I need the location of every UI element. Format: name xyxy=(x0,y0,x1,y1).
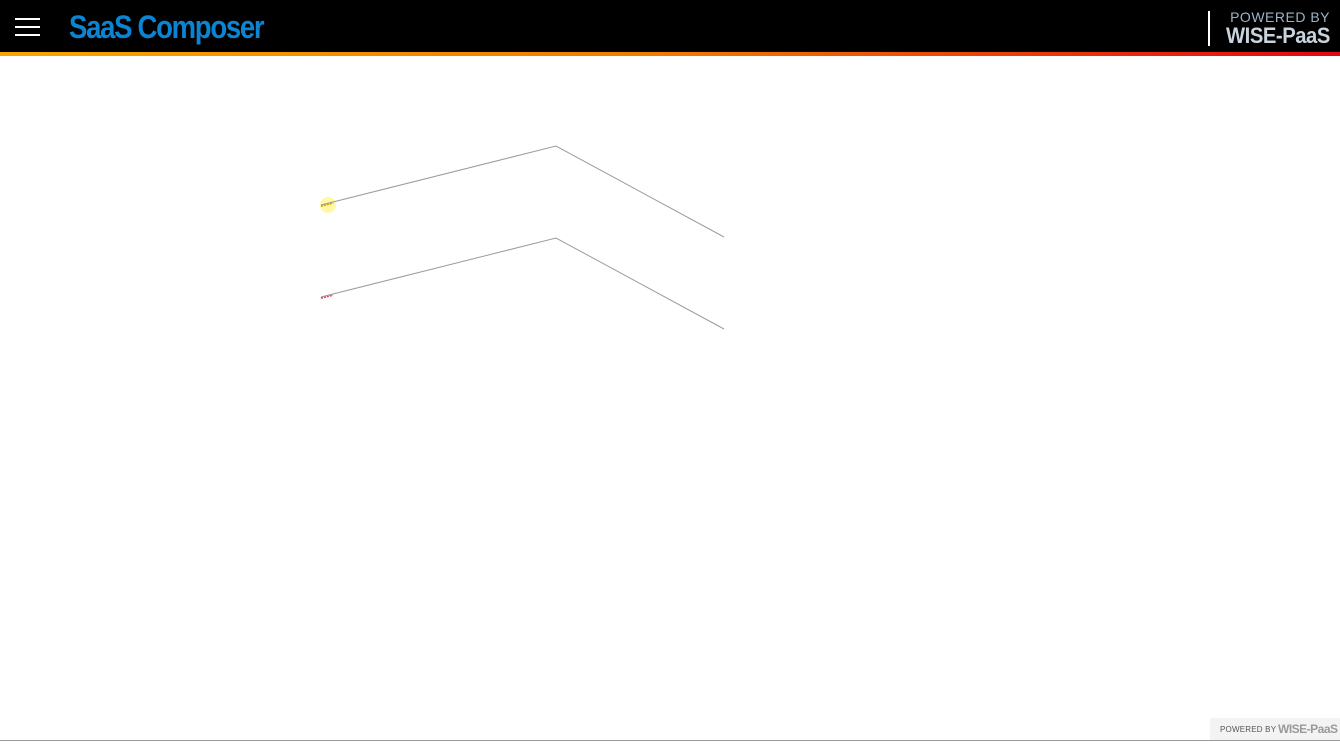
connector-path xyxy=(321,238,724,329)
composer-canvas[interactable] xyxy=(0,56,1340,740)
footer-powered-label: POWERED BY xyxy=(1220,725,1276,734)
hamburger-menu-icon[interactable] xyxy=(15,18,40,36)
top-navigation-bar: SaaS Composer POWERED BY WISE-PaaS xyxy=(0,0,1340,52)
menu-bar-bottom xyxy=(15,34,40,36)
footer-brand-logo: WISE-PaaS xyxy=(1278,722,1338,736)
menu-bar-middle xyxy=(15,26,40,28)
footer-powered-badge: POWERED BY WISE-PaaS xyxy=(1210,718,1340,740)
bottom-border xyxy=(0,740,1340,741)
wise-paas-logo: WISE-PaaS xyxy=(1226,24,1330,48)
header-divider xyxy=(1208,11,1210,46)
menu-bar-top xyxy=(15,18,40,20)
powered-by-label: POWERED BY xyxy=(1230,10,1330,24)
app-title[interactable]: SaaS Composer xyxy=(69,7,263,47)
connector-path xyxy=(321,146,724,237)
canvas-drawing xyxy=(0,56,1340,740)
connector-line-1[interactable] xyxy=(320,146,724,237)
connector-line-2[interactable] xyxy=(321,238,724,329)
